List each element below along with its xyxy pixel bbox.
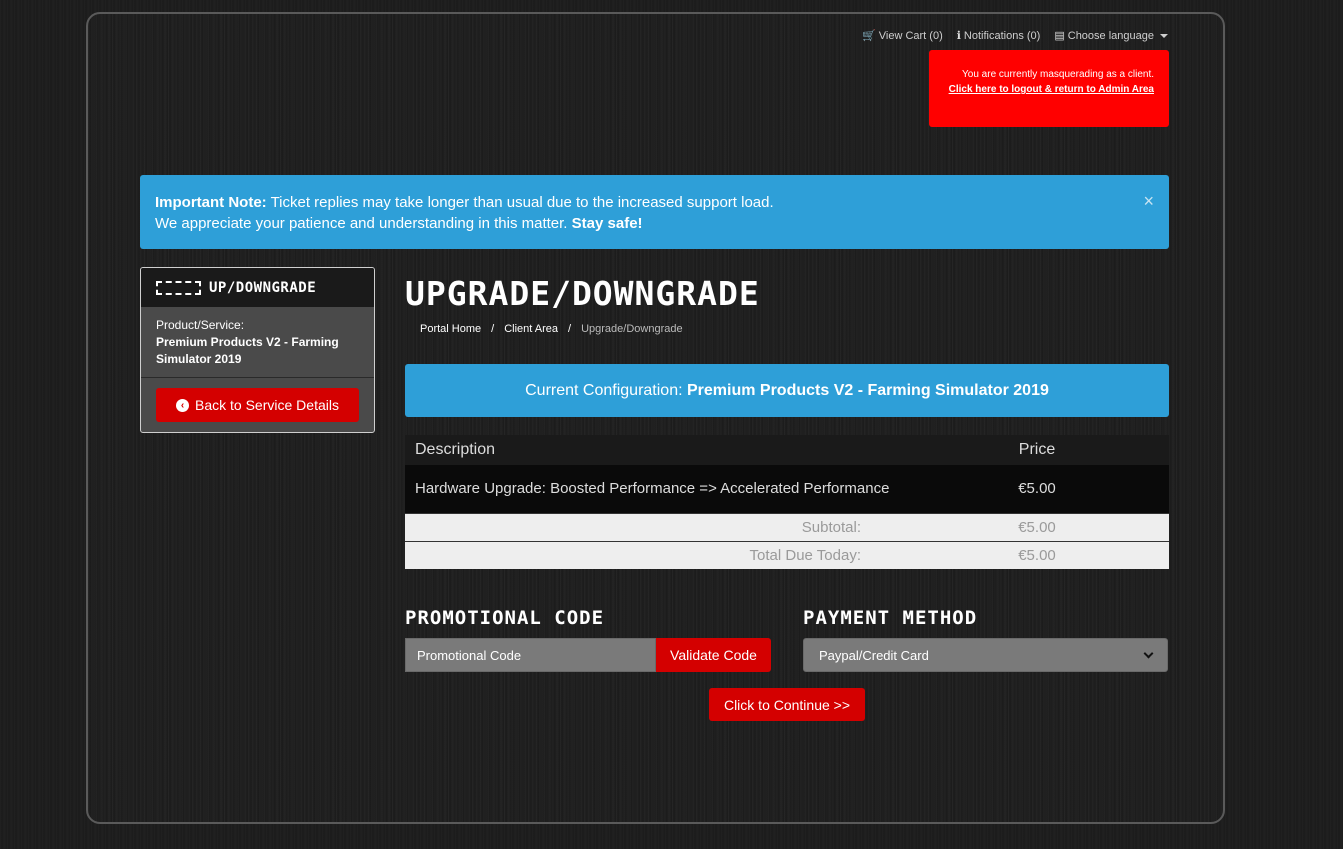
table-header-row: Description Price (405, 435, 1169, 465)
product-name: Premium Products V2 - Farming Simulator … (156, 335, 339, 366)
subtotal-value: €5.00 (905, 512, 1169, 541)
row-price: €5.00 (905, 465, 1169, 513)
current-configuration-banner: Current Configuration: Premium Products … (405, 364, 1169, 417)
notice-stay-safe: Stay safe! (571, 215, 643, 232)
promo-section-title: PROMOTIONAL CODE (405, 607, 605, 629)
masquerade-text: You are currently masquerading as a clie… (962, 69, 1154, 80)
sidebar-product-info: Product/Service: Premium Products V2 - F… (141, 307, 374, 378)
chevron-down-icon (1143, 648, 1154, 658)
breadcrumb-separator: / (491, 323, 495, 335)
sidebar-header: UP/DOWNGRADE (141, 268, 374, 307)
breadcrumb-client-area[interactable]: Client Area (504, 323, 558, 335)
language-label: Choose language (1067, 29, 1154, 42)
payment-section-title: PAYMENT METHOD (803, 607, 978, 629)
notice-text-1: Ticket replies may take longer than usua… (266, 194, 774, 211)
logout-return-admin-link[interactable]: Click here to logout & return to Admin A… (949, 84, 1154, 95)
sidebar-title: UP/DOWNGRADE (209, 279, 317, 296)
notice-heading: Important Note: (155, 194, 267, 211)
promo-code-input[interactable] (405, 638, 656, 672)
view-cart-link[interactable]: 🛒 View Cart (0) (862, 29, 943, 43)
subtotal-row: Subtotal: €5.00 (405, 512, 1169, 541)
promo-code-group: Validate Code (405, 638, 771, 672)
back-to-service-details-button[interactable]: ‹ Back to Service Details (156, 388, 359, 422)
column-header-price: Price (905, 435, 1169, 465)
table-row: Hardware Upgrade: Boosted Performance =>… (405, 465, 1169, 513)
caret-down-icon (1160, 33, 1168, 38)
back-button-label: Back to Service Details (195, 397, 339, 413)
sidebar-footer: ‹ Back to Service Details (141, 378, 374, 432)
language-dropdown[interactable]: ▤ Choose language (1054, 29, 1168, 42)
subtotal-label: Subtotal: (405, 512, 905, 541)
total-value: €5.00 (905, 540, 1169, 569)
view-cart-label: View Cart (0) (878, 29, 943, 42)
breadcrumb-current: Upgrade/Downgrade (581, 323, 683, 335)
row-description: Hardware Upgrade: Boosted Performance =>… (405, 465, 905, 513)
notifications-label: Notifications (0) (963, 29, 1041, 42)
page-title: UPGRADE/DOWNGRADE (405, 274, 760, 313)
info-icon: ℹ (956, 30, 961, 42)
validate-code-button[interactable]: Validate Code (656, 638, 771, 672)
arrow-left-circle-icon: ‹ (176, 398, 190, 412)
close-icon[interactable]: × (1143, 191, 1154, 212)
cart-icon: 🛒 (862, 30, 876, 42)
continue-button[interactable]: Click to Continue >> (709, 688, 865, 721)
breadcrumb: Portal Home / Client Area / Upgrade/Down… (420, 323, 683, 335)
top-nav: 🛒 View Cart (0) ℹ Notifications (0) ▤ Ch… (862, 29, 1168, 42)
notice-text-2: We appreciate your patience and understa… (155, 215, 572, 232)
column-header-description: Description (405, 435, 905, 465)
logo-icon (156, 280, 201, 295)
config-label: Current Configuration: (525, 382, 687, 399)
payment-method-select[interactable]: Paypal/Credit Card (803, 638, 1168, 672)
breadcrumb-separator: / (568, 323, 572, 335)
total-row: Total Due Today: €5.00 (405, 540, 1169, 569)
sidebar-panel: UP/DOWNGRADE Product/Service: Premium Pr… (140, 267, 375, 433)
product-label: Product/Service: (156, 318, 245, 332)
important-notice: Important Note: Ticket replies may take … (140, 175, 1169, 249)
notifications-link[interactable]: ℹ Notifications (0) (956, 29, 1041, 43)
price-table: Description Price Hardware Upgrade: Boos… (405, 435, 1169, 569)
total-label: Total Due Today: (405, 540, 905, 569)
breadcrumb-portal-home[interactable]: Portal Home (420, 323, 481, 335)
language-icon: ▤ (1054, 30, 1065, 42)
config-value: Premium Products V2 - Farming Simulator … (686, 382, 1049, 399)
masquerade-alert: You are currently masquerading as a clie… (929, 50, 1169, 127)
payment-method-value: Paypal/Credit Card (819, 647, 929, 663)
